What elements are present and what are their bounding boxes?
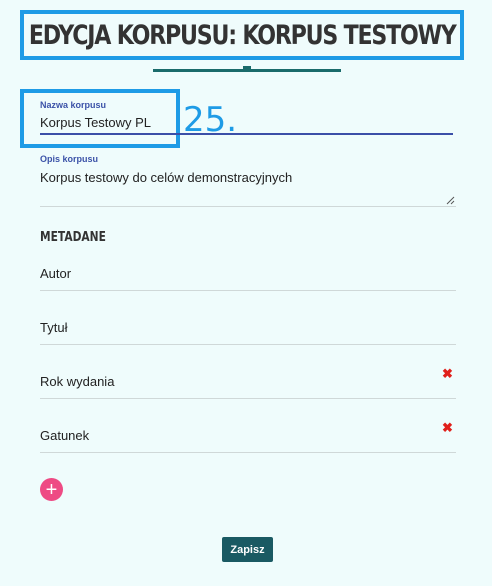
- description-underline: [40, 206, 456, 207]
- remove-genre-icon[interactable]: ✖: [442, 421, 453, 434]
- metadata-field-author[interactable]: Autor: [40, 261, 456, 291]
- metadata-field-title[interactable]: Tytuł: [40, 315, 456, 345]
- title-underline-tick: [243, 66, 251, 69]
- name-input-underline: [40, 133, 453, 135]
- metadata-field-genre[interactable]: Gatunek: [40, 423, 456, 453]
- metadata-field-label: Gatunek: [40, 428, 90, 443]
- metadata-field-underline: [40, 344, 456, 345]
- page-title: EDYCJA KORPUSU: KORPUS TESTOWY: [28, 19, 457, 51]
- metadata-field-label: Autor: [40, 266, 72, 281]
- title-underline: [153, 69, 341, 72]
- plus-icon: +: [45, 478, 58, 501]
- save-button[interactable]: Zapisz: [222, 537, 273, 562]
- description-textarea[interactable]: Korpus testowy do celów demonstracyjnych: [40, 170, 292, 185]
- metadata-field-underline: [40, 452, 456, 453]
- page-title-highlight: EDYCJA KORPUSU: KORPUS TESTOWY: [20, 10, 464, 60]
- metadata-field-underline: [40, 398, 456, 399]
- name-field-label: Nazwa korpusu: [40, 100, 107, 110]
- metadata-field-label: Rok wydania: [40, 374, 115, 389]
- resize-grip-icon[interactable]: [446, 196, 455, 205]
- name-input[interactable]: Korpus Testowy PL: [40, 115, 151, 130]
- metadata-field-label: Tytuł: [40, 320, 68, 335]
- description-field-label: Opis korpusu: [40, 154, 99, 164]
- remove-year-icon[interactable]: ✖: [442, 367, 453, 380]
- add-metadata-button[interactable]: +: [40, 478, 63, 501]
- metadata-section-title: METADANE: [40, 230, 106, 245]
- metadata-field-underline: [40, 290, 456, 291]
- metadata-field-year[interactable]: Rok wydania: [40, 369, 456, 399]
- annotation-number: 25.: [183, 100, 238, 140]
